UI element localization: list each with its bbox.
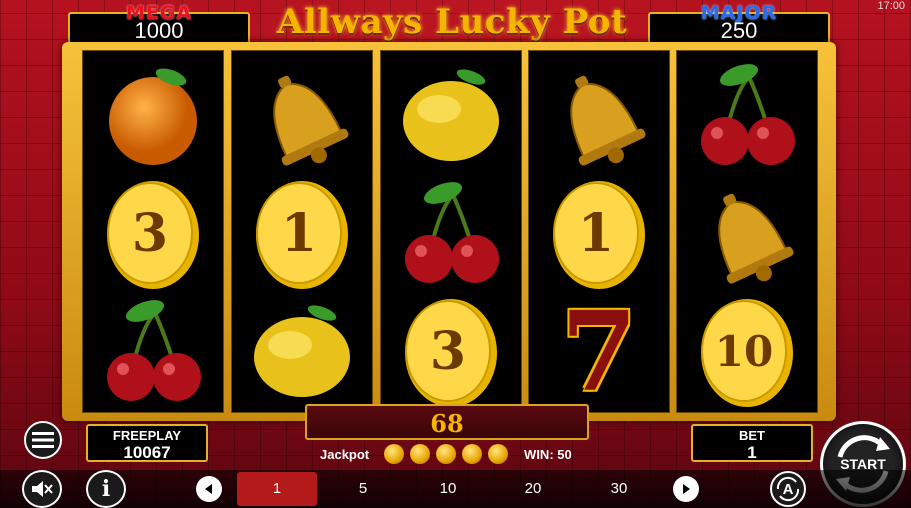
major-jackpot-value: 250 xyxy=(720,18,758,43)
cherry-icon xyxy=(405,182,499,283)
lemon-icon xyxy=(403,69,499,161)
symbol-seven: 7 xyxy=(539,287,659,416)
symbol-cherry xyxy=(93,295,213,410)
speaker-muted-icon xyxy=(32,481,53,497)
symbol-lemon xyxy=(242,295,362,410)
bet-option-10[interactable]: 10 xyxy=(408,472,488,506)
jackpot-coin-icon xyxy=(409,444,430,464)
reel-1: 3 xyxy=(82,50,224,413)
jackpot-coin-icon xyxy=(461,444,482,464)
bell-icon xyxy=(273,75,349,166)
orange-icon xyxy=(109,68,197,165)
menu-button[interactable] xyxy=(24,421,62,459)
mega-jackpot-value: 1000 xyxy=(134,18,184,43)
reel-5: 10 xyxy=(676,50,818,413)
menu-icon xyxy=(32,432,54,448)
coin-value: 1 xyxy=(280,203,318,264)
bet-value: 1 xyxy=(747,443,757,462)
symbol-lemon xyxy=(391,59,511,174)
bet-option-30[interactable]: 30 xyxy=(579,472,659,506)
chevron-left-icon xyxy=(205,484,212,494)
bet-label: BET xyxy=(739,428,765,443)
cherry-icon xyxy=(107,300,201,401)
coin-value: 3 xyxy=(429,321,467,382)
symbol-coin: 3 xyxy=(391,295,511,410)
reel-4: 17 xyxy=(528,50,670,416)
jackpot-coin-icon xyxy=(383,444,404,464)
reel-2: 1 xyxy=(231,50,373,413)
bet-option-20[interactable]: 20 xyxy=(493,472,573,506)
symbol-cherry xyxy=(391,177,511,292)
jackpot-coin-icon xyxy=(487,444,508,464)
symbol-coin: 3 xyxy=(93,177,213,292)
freeplay-label: FREEPLAY xyxy=(112,428,182,443)
jackpot-coins xyxy=(383,444,514,464)
sound-toggle-button[interactable] xyxy=(22,470,62,508)
symbol-coin: 1 xyxy=(539,177,659,292)
lemon-icon xyxy=(254,305,350,397)
bell-icon xyxy=(718,193,794,284)
bet-increase-button[interactable] xyxy=(673,476,699,502)
info-button[interactable]: i xyxy=(86,470,126,508)
freeplay-box: FREEPLAY 10067 xyxy=(86,424,208,462)
symbol-coin: 10 xyxy=(687,295,807,410)
win-amount: 68 xyxy=(430,409,464,438)
seven-digit: 7 xyxy=(560,287,638,416)
chevron-right-icon xyxy=(683,484,690,494)
freeplay-value: 10067 xyxy=(123,443,171,462)
mega-jackpot-box: MEGA 1000 xyxy=(68,2,250,44)
coin-value: 10 xyxy=(714,327,774,376)
coin-value: 3 xyxy=(131,203,169,264)
bell-icon xyxy=(570,75,646,166)
bet-option-5[interactable]: 5 xyxy=(323,472,403,506)
reel-3: 3 xyxy=(380,50,522,413)
cherry-icon xyxy=(701,64,795,165)
symbol-bell xyxy=(687,177,807,292)
jackpot-coin-icon xyxy=(435,444,456,464)
symbol-coin: 1 xyxy=(242,177,362,292)
win-display: 68 xyxy=(305,404,589,440)
jackpot-indicator-label: Jackpot xyxy=(320,446,370,462)
info-icon: i xyxy=(101,476,111,502)
win-label: WIN: 50 xyxy=(524,446,572,462)
autoplay-button[interactable]: A xyxy=(770,471,806,507)
jackpot-indicator: Jackpot WIN: 50 xyxy=(320,444,572,466)
bet-option-1[interactable]: 1 xyxy=(237,472,317,506)
game-title: Allways Lucky Pot xyxy=(276,2,628,42)
symbol-orange xyxy=(93,59,213,174)
autoplay-label: A xyxy=(782,480,794,498)
major-jackpot-box: MAJOR 250 xyxy=(648,2,830,44)
symbol-bell xyxy=(242,59,362,174)
bet-decrease-button[interactable] xyxy=(196,476,222,502)
status-time: 17:00 xyxy=(877,0,905,12)
coin-value: 1 xyxy=(577,203,615,264)
symbol-cherry xyxy=(687,59,807,174)
symbol-bell xyxy=(539,59,659,174)
bet-box: BET 1 xyxy=(691,424,813,462)
